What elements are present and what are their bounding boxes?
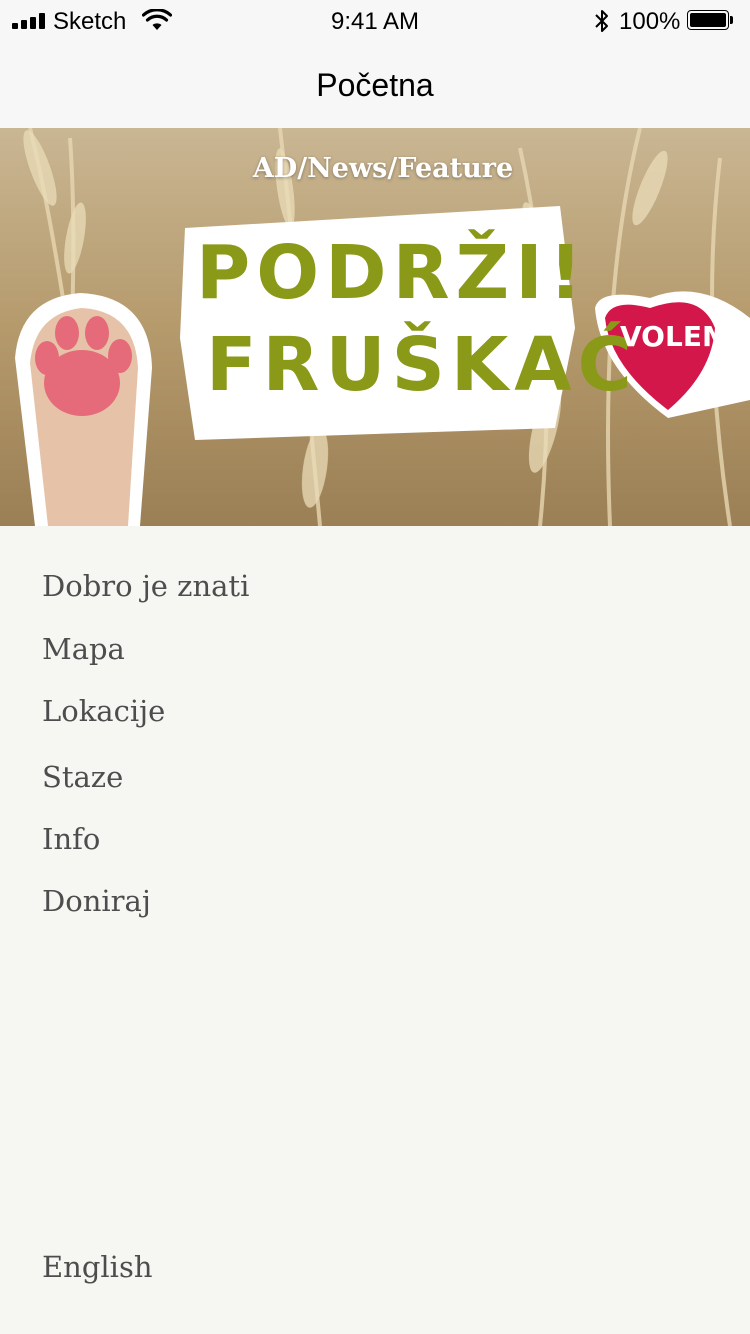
promo-banner[interactable]: AD/News/Feature PODRŽI! FRUŠKAĆ VOLEM: [0, 128, 750, 526]
battery-percent: 100%: [619, 8, 681, 35]
menu-item-lokacije[interactable]: Lokacije: [42, 693, 165, 729]
heart-badge-text: VOLEM: [620, 320, 730, 353]
banner-slogan-line2: FRUŠKAĆ: [206, 322, 638, 408]
navigation-bar: Početna: [0, 44, 750, 128]
menu-item-dobro-je-znati[interactable]: Dobro je znati: [42, 568, 249, 604]
screen: Sketch 9:41 AM 100% Početna AD/News/Feat…: [0, 0, 750, 1334]
menu-item-doniraj[interactable]: Doniraj: [42, 883, 151, 919]
banner-slogan-line1: PODRŽI!: [196, 230, 589, 316]
language-switch-link[interactable]: English: [42, 1249, 153, 1285]
menu-item-staze[interactable]: Staze: [42, 759, 123, 795]
status-bar: Sketch 9:41 AM 100%: [0, 0, 750, 44]
menu-item-mapa[interactable]: Mapa: [42, 631, 125, 667]
menu-item-info[interactable]: Info: [42, 821, 100, 857]
bluetooth-icon: [595, 10, 608, 32]
banner-caption: AD/News/Feature: [252, 153, 514, 184]
battery-icon: [687, 10, 735, 32]
page-title: Početna: [316, 67, 434, 103]
